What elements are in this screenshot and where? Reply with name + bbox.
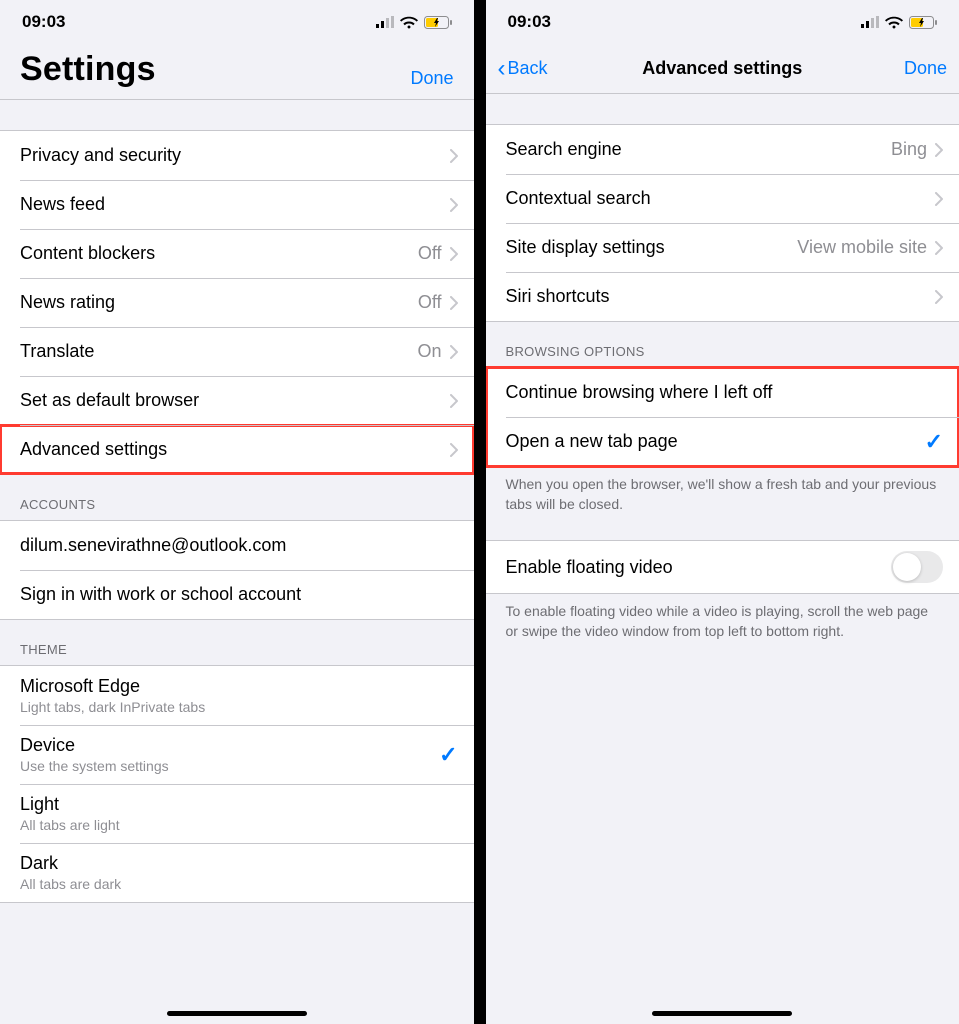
browsing-options-header: BROWSING OPTIONS [486,322,959,367]
signal-icon [861,16,879,28]
browsing-options-group: Continue browsing where I left off Open … [486,367,959,467]
checkmark-icon: ✓ [925,429,943,455]
row-advanced-settings[interactable]: Advanced settings [0,425,474,474]
chevron-right-icon [450,296,458,310]
accounts-group: dilum.senevirathne@outlook.com Sign in w… [0,520,474,620]
chevron-right-icon [450,149,458,163]
row-news-rating[interactable]: News rating Off [0,278,474,327]
row-content-blockers[interactable]: Content blockers Off [0,229,474,278]
row-default-browser[interactable]: Set as default browser [0,376,474,425]
row-theme-device[interactable]: Device Use the system settings ✓ [0,725,474,784]
chevron-right-icon [935,192,943,206]
row-account-email[interactable]: dilum.senevirathne@outlook.com [0,521,474,570]
row-siri-shortcuts[interactable]: Siri shortcuts [486,272,959,321]
row-search-engine[interactable]: Search engine Bing [486,125,959,174]
battery-icon [424,16,452,29]
row-contextual-search[interactable]: Contextual search [486,174,959,223]
home-indicator[interactable] [652,1011,792,1016]
row-site-display[interactable]: Site display settings View mobile site [486,223,959,272]
chevron-right-icon [450,443,458,457]
row-translate[interactable]: Translate On [0,327,474,376]
row-privacy-security[interactable]: Privacy and security [0,131,474,180]
chevron-right-icon [935,290,943,304]
wifi-icon [885,16,903,29]
nav-bar: Settings Done [0,44,474,100]
back-button[interactable]: ‹ Back [498,57,548,81]
toggle-knob [893,553,921,581]
row-news-feed[interactable]: News feed [0,180,474,229]
row-sign-in-work[interactable]: Sign in with work or school account [0,570,474,619]
chevron-left-icon: ‹ [498,57,506,81]
status-bar: 09:03 [0,0,474,44]
nav-bar: ‹ Back Advanced settings Done [486,44,959,94]
status-right [376,16,452,29]
chevron-right-icon [450,394,458,408]
row-theme-light[interactable]: Light All tabs are light [0,784,474,843]
theme-group: Microsoft Edge Light tabs, dark InPrivat… [0,665,474,903]
chevron-right-icon [935,241,943,255]
chevron-right-icon [450,247,458,261]
row-floating-video[interactable]: Enable floating video [486,541,959,593]
page-title: Advanced settings [642,58,802,79]
floating-footer: To enable floating video while a video i… [486,594,959,647]
row-continue-browsing[interactable]: Continue browsing where I left off [486,368,959,417]
row-theme-dark[interactable]: Dark All tabs are dark [0,843,474,902]
row-theme-edge[interactable]: Microsoft Edge Light tabs, dark InPrivat… [0,666,474,725]
status-time: 09:03 [508,12,551,32]
status-time: 09:03 [22,12,65,32]
accounts-header: ACCOUNTS [0,475,474,520]
advanced-settings-screen: 09:03 ‹ Back Advanced settings Done [486,0,959,1024]
theme-header: THEME [0,620,474,665]
home-indicator[interactable] [167,1011,307,1016]
battery-icon [909,16,937,29]
floating-video-group: Enable floating video [486,540,959,594]
chevron-right-icon [450,198,458,212]
floating-video-toggle[interactable] [891,551,943,583]
general-group: Privacy and security News feed Content b… [0,130,474,475]
checkmark-icon: ✓ [439,742,457,768]
page-title: Settings [20,50,156,89]
chevron-right-icon [935,143,943,157]
settings-screen: 09:03 Settings Done Privacy and security [0,0,474,1024]
signal-icon [376,16,394,28]
row-open-new-tab[interactable]: Open a new tab page ✓ [486,417,959,466]
advanced-top-group: Search engine Bing Contextual search Sit… [486,124,959,322]
status-right [861,16,937,29]
browsing-footer: When you open the browser, we'll show a … [486,467,959,520]
done-button[interactable]: Done [410,68,453,89]
status-bar: 09:03 [486,0,959,44]
wifi-icon [400,16,418,29]
done-button[interactable]: Done [904,58,947,79]
chevron-right-icon [450,345,458,359]
